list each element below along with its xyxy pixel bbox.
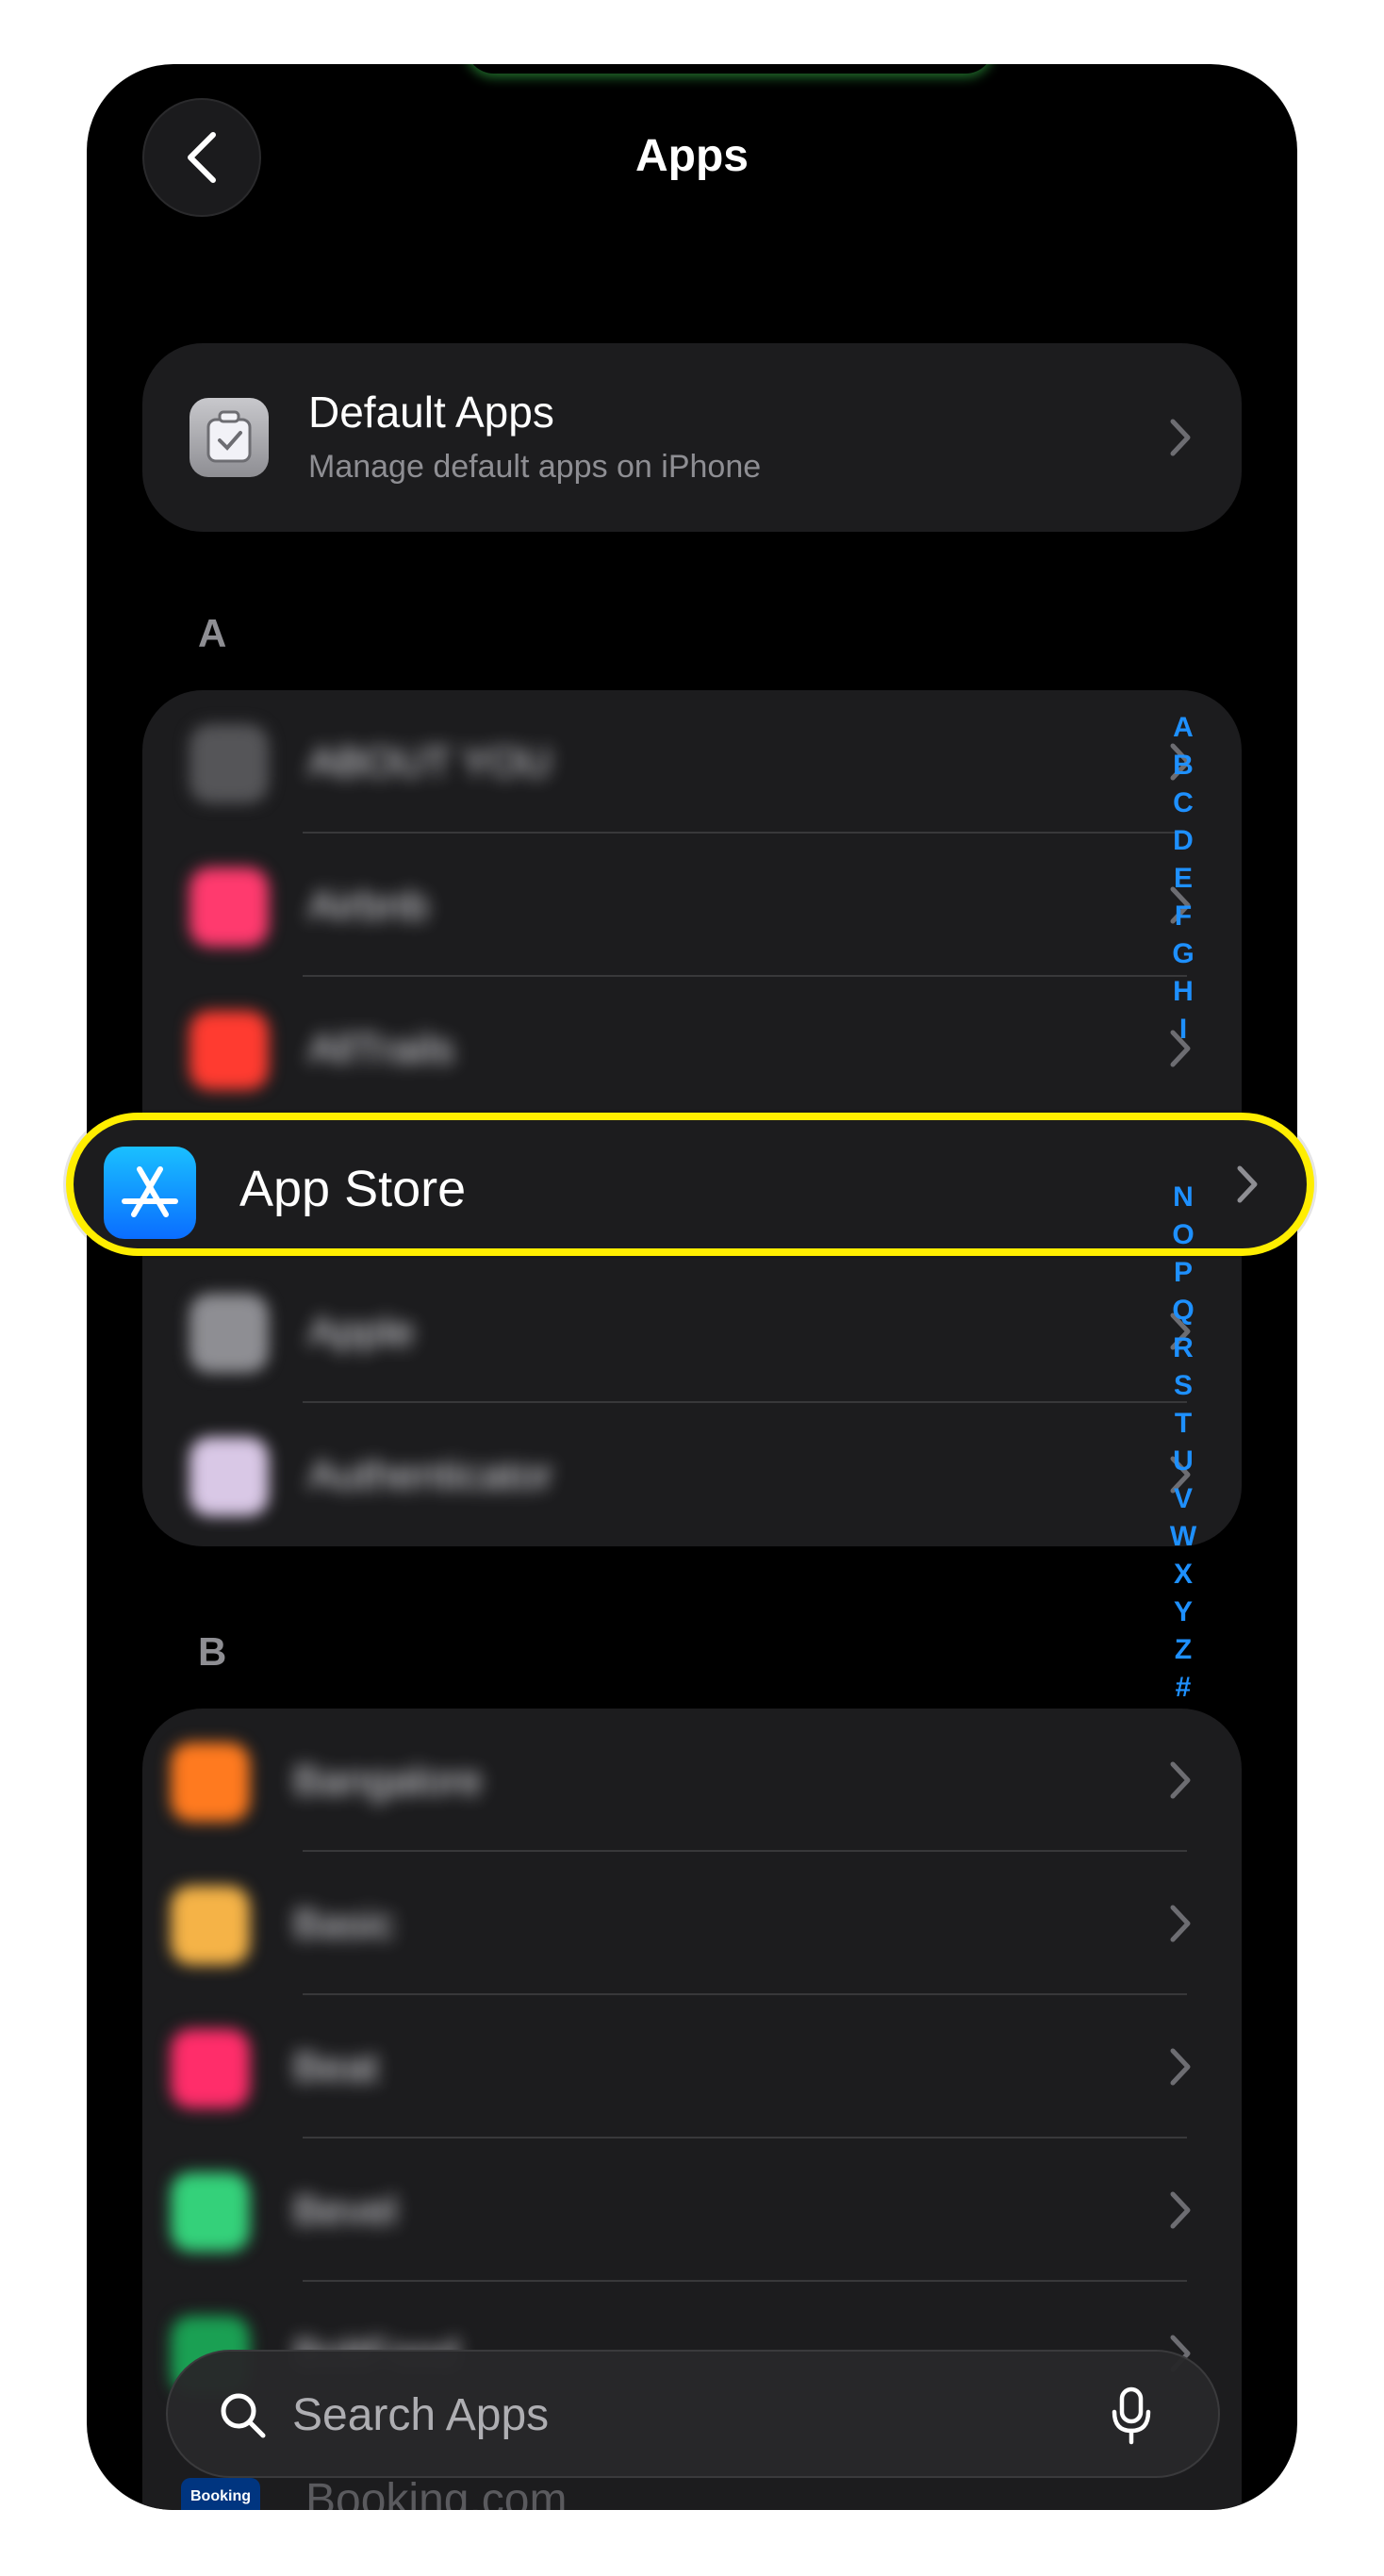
booking-label: Booking.com <box>305 2475 568 2510</box>
app-icon <box>189 1437 269 1516</box>
index-letter[interactable]: A <box>1173 709 1194 747</box>
app-row-label: Beat <box>293 2044 379 2090</box>
app-row[interactable]: Bangalore <box>142 1709 1242 1852</box>
search-icon <box>221 2393 266 2438</box>
app-store-icon <box>104 1147 196 1239</box>
app-row-label: AllTrails <box>308 1026 454 1072</box>
index-letter[interactable]: Z <box>1175 1631 1192 1669</box>
app-icon <box>189 724 269 803</box>
index-letter[interactable]: G <box>1172 935 1194 973</box>
section-header-a: A <box>198 611 227 655</box>
chevron-right-icon <box>1237 1165 1258 1203</box>
app-icon <box>171 2029 250 2108</box>
app-row[interactable]: Beat <box>142 1995 1242 2138</box>
index-letter[interactable]: B <box>1173 747 1194 784</box>
app-icon <box>171 2172 250 2252</box>
chevron-right-icon <box>1170 419 1191 456</box>
app-row[interactable]: Basic <box>142 1852 1242 1995</box>
index-letter[interactable]: D <box>1173 822 1194 860</box>
app-row-label: Airbnb <box>308 883 429 929</box>
index-letter[interactable]: V <box>1174 1480 1193 1518</box>
index-letter[interactable]: I <box>1179 1011 1187 1049</box>
index-letter[interactable]: # <box>1176 1669 1192 1707</box>
index-letter[interactable]: T <box>1175 1405 1192 1443</box>
app-row-label: Authenticator <box>308 1452 553 1498</box>
default-apps-row[interactable]: Default Apps Manage default apps on iPho… <box>142 343 1242 532</box>
index-letter[interactable]: P <box>1174 1254 1193 1292</box>
booking-icon: Booking <box>181 2478 260 2510</box>
app-icon <box>189 867 269 947</box>
app-icon <box>189 1294 269 1373</box>
index-letter[interactable]: X <box>1174 1556 1193 1593</box>
default-apps-title: Default Apps <box>308 388 554 437</box>
default-apps-subtitle: Manage default apps on iPhone <box>308 449 762 485</box>
section-header-b: B <box>198 1629 227 1674</box>
chevron-right-icon <box>1170 1761 1191 1799</box>
microphone-icon[interactable] <box>1111 2386 1152 2446</box>
index-letter[interactable]: Q <box>1172 1292 1194 1329</box>
app-row-label: Basic <box>293 1901 395 1947</box>
alphabet-index[interactable]: A B C D E F G H I N O P Q R S T U V W X Y Z # <box>1167 709 1199 1707</box>
index-letter[interactable]: S <box>1174 1367 1193 1405</box>
index-letter[interactable]: O <box>1172 1216 1194 1254</box>
index-letter[interactable]: H <box>1173 973 1194 1011</box>
app-row[interactable]: ABOUT YOU <box>142 690 1242 834</box>
search-bar[interactable] <box>166 2350 1220 2478</box>
app-row-label: Apple <box>308 1309 415 1355</box>
app-row[interactable]: Authenticator <box>142 1403 1242 1546</box>
index-letter[interactable]: C <box>1173 784 1194 822</box>
app-icon <box>171 1886 250 1965</box>
dynamic-island-glow <box>466 64 994 74</box>
index-letter[interactable]: N <box>1173 1179 1194 1216</box>
phone-screen: Apps Default Apps Manage default apps on… <box>87 64 1297 2510</box>
app-icon <box>171 1742 250 1822</box>
app-row-label: Bangalore <box>293 1758 483 1804</box>
chevron-right-icon <box>1170 1905 1191 1942</box>
app-row[interactable]: AllTrails <box>142 977 1242 1120</box>
index-letter[interactable]: Y <box>1174 1593 1193 1631</box>
index-letter[interactable]: U <box>1173 1443 1194 1480</box>
index-letter[interactable]: R <box>1173 1329 1194 1367</box>
chevron-right-icon <box>1170 2048 1191 2086</box>
app-row[interactable]: Airbnb <box>142 834 1242 977</box>
chevron-right-icon <box>1170 2191 1191 2229</box>
search-input[interactable] <box>290 2376 1067 2453</box>
index-letter[interactable]: F <box>1175 898 1192 935</box>
app-row-label: Bevel <box>293 2188 398 2234</box>
default-apps-icon <box>189 398 269 477</box>
app-icon <box>189 1011 269 1090</box>
app-row-label: ABOUT YOU <box>308 739 552 785</box>
page-title: Apps <box>635 131 749 181</box>
index-letter[interactable]: W <box>1170 1518 1196 1556</box>
app-store-row[interactable]: App Store <box>66 1113 1314 1256</box>
app-row[interactable]: Apple <box>142 1260 1242 1403</box>
app-store-label: App Store <box>239 1161 467 1217</box>
app-row[interactable]: Bevel <box>142 2138 1242 2282</box>
index-letter[interactable]: E <box>1174 860 1193 898</box>
